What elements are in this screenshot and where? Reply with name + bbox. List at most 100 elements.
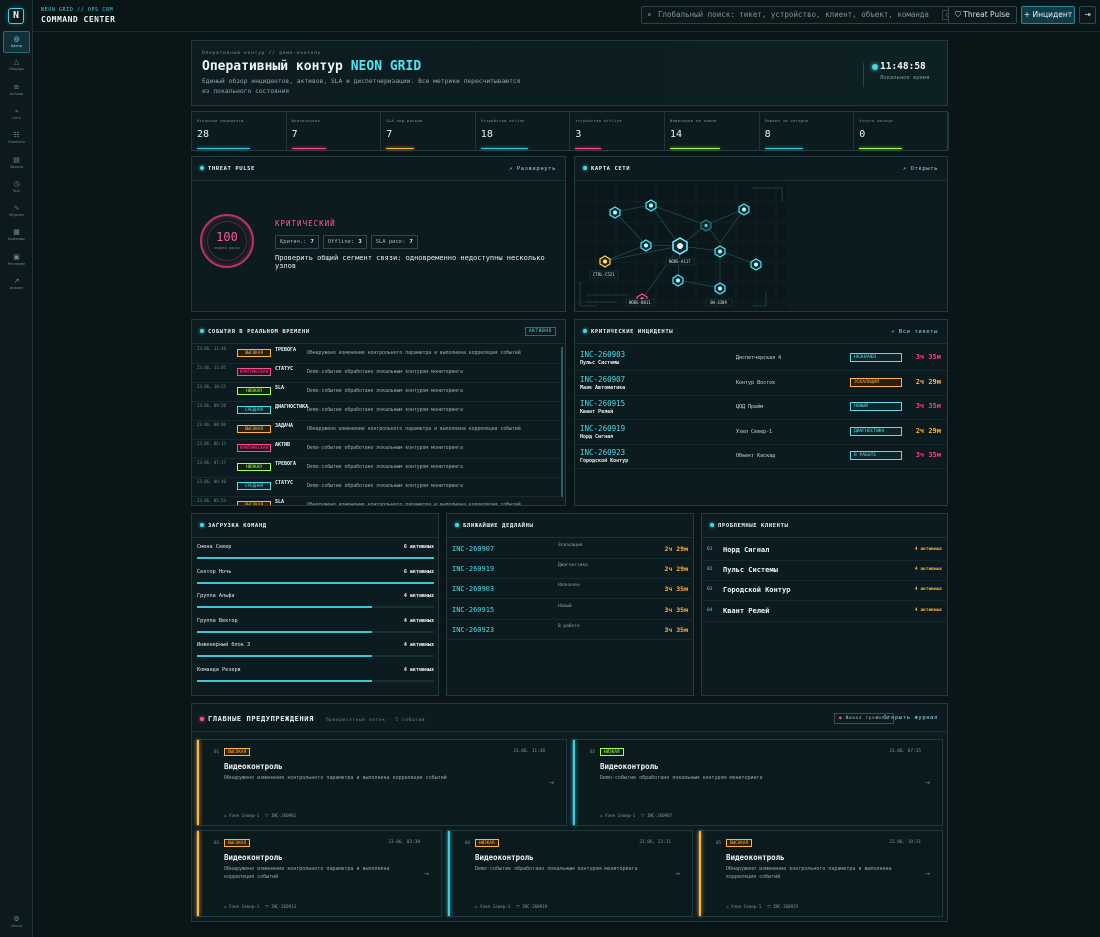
sidebar-item-label: Сеть (12, 115, 21, 120)
all-tickets-button[interactable]: ↗ Все тикеты (891, 329, 938, 335)
divider (863, 63, 864, 87)
teams-panel: ЗАГРУЗКА КОМАНД Смена Север 6 активных Сек… (191, 513, 439, 696)
threat-pulse-button[interactable]: ⛉ Threat Pulse (948, 6, 1017, 24)
alert-stripe (573, 740, 575, 825)
deadlines-header: БЛИЖАЙШИЕ ДЕДЛАЙНЫ (447, 514, 693, 538)
network-map[interactable]: NODE-A117 CTRL-C521 NODE-B811 SW-3309 (576, 182, 786, 311)
open-map-button[interactable]: ↗ Открыть (903, 166, 938, 172)
sidebar-item-2[interactable]: ≡ Активы (3, 80, 30, 102)
event-type: ДИАГНОСТИКА (275, 404, 309, 410)
alert-card[interactable]: 01 ВЫСОКАЯ 23.06, 11:40 Видеоконтроль Обнару… (196, 739, 567, 826)
status-badge: ДИАГНОСТИКА (850, 426, 902, 436)
sidebar-item-4[interactable]: ☷ Клиенты (3, 128, 30, 150)
team-load-fill (197, 680, 373, 682)
client-row[interactable]: 02 Пульс Системы 4 активных (702, 561, 948, 582)
sidebar-item-5[interactable]: ▤ Задачи (3, 153, 30, 175)
incident-row[interactable]: INC-260923 Городской Контур Объект Каскад В… (575, 445, 949, 470)
severity-badge: НИЗКАЯ (475, 839, 499, 847)
page-title-accent: NEON GRID (350, 59, 422, 74)
deadline-row[interactable]: INC-260919 Диагностика 2ч 29м (447, 559, 694, 580)
deadline-id[interactable]: INC-260903 (452, 585, 494, 593)
client-row[interactable]: 01 Норд Сигнал 4 активных (702, 541, 948, 561)
open-journal-button[interactable]: ↗ Открыть журнал (875, 715, 938, 721)
kpi-value: 14 (670, 129, 683, 140)
kpi-card: Решено за сегодня 8 (760, 112, 855, 150)
status-badge: ЭСКАЛАЦИЯ (850, 377, 902, 387)
sidebar-item-7[interactable]: ∿ Журнал (3, 201, 30, 223)
sidebar-item-9[interactable]: ▣ Регламен (3, 250, 30, 272)
incident-id[interactable]: INC-260907 (580, 375, 625, 384)
arrow-right-icon[interactable]: → (424, 869, 429, 878)
event-row[interactable]: 23.06, 09:20 СРЕДНЯЯ ДИАГНОСТИКА Demo-событ… (192, 402, 560, 421)
deadline-status: В работе (558, 623, 580, 629)
incident-id[interactable]: INC-260915 (580, 399, 625, 408)
kpi-bar (859, 147, 903, 149)
deadline-time: 2ч 29м (664, 565, 688, 574)
deadline-id[interactable]: INC-260907 (452, 545, 494, 553)
alert-card[interactable]: 03 ВЫСОКАЯ 23.06, 03:30 Видеоконтроль Обнару… (196, 830, 442, 917)
alert-card[interactable]: 04 НИЗКАЯ 23.06, 23:31 Видеоконтроль Demo-со… (447, 830, 693, 917)
deadline-id[interactable]: INC-260923 (452, 626, 494, 634)
incident-id[interactable]: INC-260903 (580, 350, 625, 359)
sidebar-item-0[interactable]: ◎ Центр (3, 31, 30, 53)
deadline-row[interactable]: INC-260915 Новый 3ч 35м (447, 600, 694, 620)
event-description: Demo-событие обработано локальным контур… (307, 408, 463, 413)
client-row[interactable]: 03 Городской Контур 4 активных (702, 581, 948, 602)
deadline-row[interactable]: INC-260923 В работе 3ч 35м (447, 620, 694, 640)
alert-title: Видеоконтроль (726, 853, 785, 862)
event-description: Demo-событие обработано локальным контур… (307, 484, 463, 489)
kpi-bar (575, 147, 602, 149)
event-row[interactable]: 23.06, 05:53 ВЫСОКАЯ SLA Обнаружено изменен… (192, 497, 560, 505)
event-row[interactable]: 23.06, 07:27 НИЗКАЯ ТРЕВОГА Demo-событие об… (192, 459, 560, 478)
team-name: Группа Альфа (197, 593, 235, 600)
deadline-id[interactable]: INC-260919 (452, 565, 494, 573)
logout-button[interactable]: ⇥ (1079, 6, 1096, 24)
alert-card[interactable]: 05 ВЫСОКАЯ 22.06, 19:31 Видеоконтроль Обнару… (698, 830, 943, 917)
deadline-id[interactable]: INC-260915 (452, 606, 494, 614)
sidebar-item-8[interactable]: ▦ Команды (3, 225, 30, 247)
severity-badge: ВЫСОКАЯ (224, 748, 251, 756)
alerts-header: ГЛАВНЫЕ ПРЕДУПРЕЖДЕНИЯ Приоритетный пото… (192, 704, 947, 732)
client-count: 4 активных (914, 567, 942, 573)
arrow-right-icon[interactable]: → (549, 778, 554, 787)
clipboard-icon: ▤ (13, 155, 20, 164)
deadline-row[interactable]: INC-260903 Назначен 3ч 35м (447, 579, 694, 600)
alert-card[interactable]: 02 НИЗКАЯ 23.06, 07:35 Видеоконтроль Demo-со… (572, 739, 943, 826)
alert-text: Demo-событие обработано локальным контур… (475, 866, 638, 872)
arrow-right-icon[interactable]: → (925, 778, 930, 787)
hero-kicker: Оперативный контур // демо-консоль (202, 51, 322, 56)
incident-row[interactable]: INC-260907 Маяк Автоматика Контур Восток ЭС… (575, 372, 949, 396)
arrow-right-icon[interactable]: → (925, 869, 930, 878)
sidebar-item-6[interactable]: ◷ SLA (3, 177, 30, 199)
event-row[interactable]: 23.06, 10:23 НИЗКАЯ SLA Demo-событие обрабо… (192, 383, 560, 402)
deadline-row[interactable]: INC-260907 Эскалация 2ч 29м (447, 539, 694, 559)
sidebar-item-3[interactable]: ⌁ Сеть (3, 104, 30, 126)
clients-header: ПРОБЛЕМНЫЕ КЛИЕНТЫ (702, 514, 947, 538)
sidebar-item-1[interactable]: △ Инциды (3, 55, 30, 77)
event-row[interactable]: 23.06, 08:06 ВЫСОКАЯ ЗАДАЧА Обнаружено изме… (192, 421, 560, 440)
kpi-value: 7 (291, 129, 298, 140)
kpi-card: Устройства online 18 (476, 112, 571, 150)
sidebar-item-10[interactable]: ↗ Аналит (3, 274, 30, 296)
arrow-right-icon[interactable]: → (675, 869, 680, 878)
event-row[interactable]: 23.06, 11:40 ВЫСОКАЯ ТРЕВОГА Обнаружено изм… (192, 345, 560, 364)
event-row[interactable]: 23.06, 06:13 КРИТИЧЕСКАЯ АКТИВ Demo-событие… (192, 440, 560, 459)
incident-row[interactable]: INC-260903 Пульс Системы Диспетчерская 4 НА… (575, 347, 949, 371)
events-scrollbar[interactable] (561, 347, 563, 497)
search-input[interactable]: ⌕ Глобальный поиск: тикет, устройство, к… (641, 6, 973, 24)
sidebar-item-11[interactable]: ⚙ Настр (3, 912, 30, 934)
expand-button[interactable]: ↗ Развернуть (509, 166, 556, 172)
event-row[interactable]: 23.06, 06:40 СРЕДНЯЯ СТАТУС Demo-событие об… (192, 478, 560, 497)
client-row[interactable]: 04 Квант Релей 4 активных (702, 602, 948, 622)
team-name: Команда Резерв (197, 667, 241, 673)
incident-row[interactable]: INC-260915 Квант Релей ЦОД Прайм НОВЫЙ 3ч 35… (575, 396, 949, 421)
alert-node: Узел Север-1 (605, 813, 636, 818)
incident-id[interactable]: INC-260919 (580, 424, 625, 433)
map-label-node-a117: NODE-A117 (669, 259, 691, 264)
incident-id[interactable]: INC-260923 (580, 448, 625, 457)
risk-gauge: 100 индекс риска (200, 214, 254, 268)
new-incident-button[interactable]: + Инцидент (1021, 6, 1075, 24)
incident-row[interactable]: INC-260919 Норд Сигнал Узел Север-1 ДИАГНОС… (575, 421, 949, 445)
event-row[interactable]: 23.06, 11:05 КРИТИЧЕСКАЯ СТАТУС Demo-событи… (192, 364, 560, 383)
search-placeholder: Глобальный поиск: тикет, устройство, кли… (658, 10, 929, 19)
